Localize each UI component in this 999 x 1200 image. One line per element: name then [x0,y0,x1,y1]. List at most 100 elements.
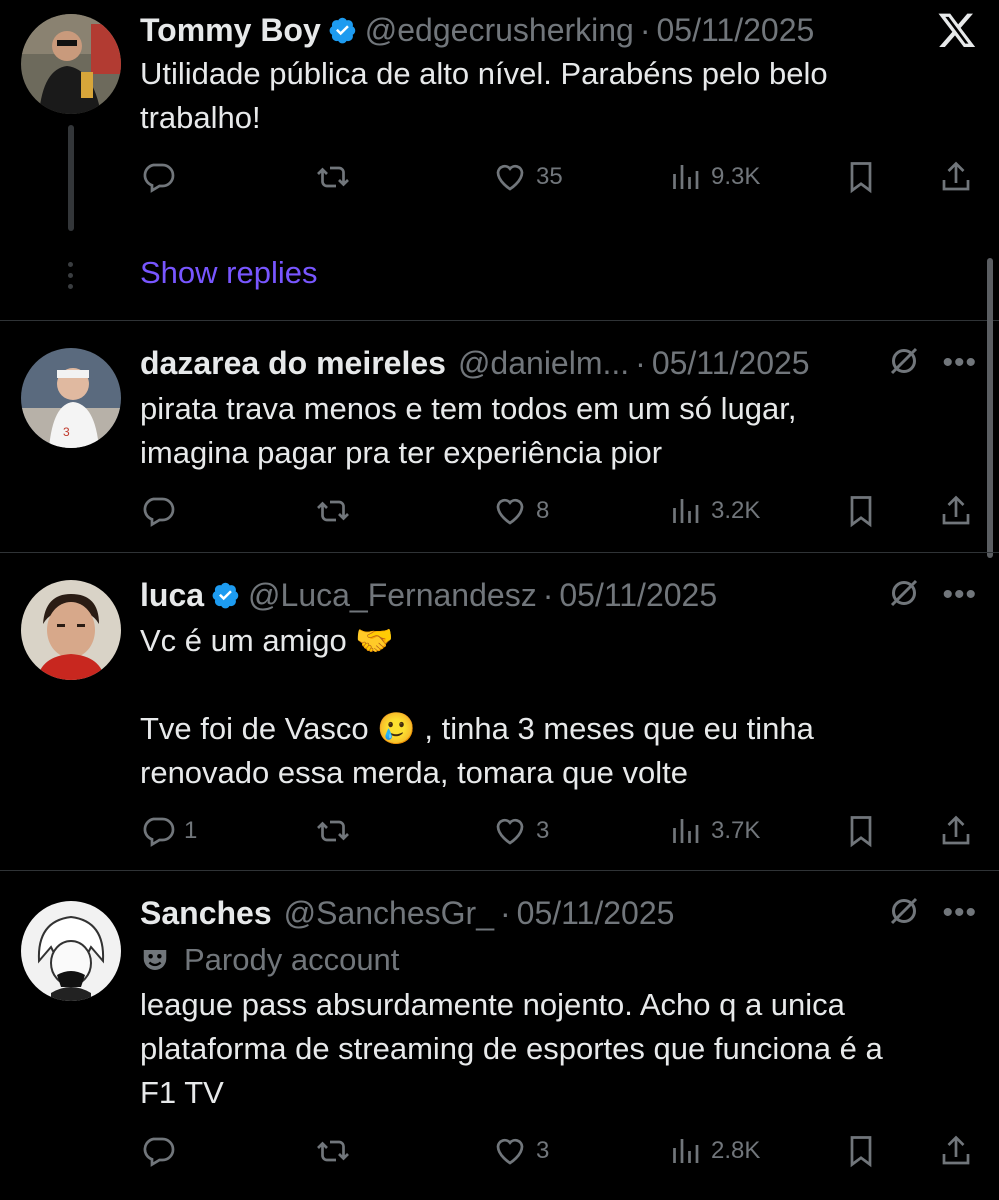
display-name[interactable]: Tommy Boy [140,12,321,49]
retweet-button[interactable] [315,1131,351,1171]
bookmark-button[interactable] [843,1131,879,1171]
reply-button[interactable] [140,1131,184,1171]
retweet-icon [317,166,349,188]
more-dots-icon[interactable]: ••• [942,898,977,928]
reply-button[interactable] [140,157,184,197]
parody-text: Parody account [184,942,400,977]
more-dots-icon[interactable]: ••• [942,580,977,610]
avatar[interactable] [21,580,121,680]
action-bar: 1 3 3.7K [140,811,980,851]
bookmark-icon [850,816,872,848]
reply-icon [143,497,175,527]
like-button[interactable]: 35 [492,157,563,197]
view-count: 3.2K [711,497,761,524]
like-button[interactable]: 3 [492,811,549,851]
timestamp[interactable]: 05/11/2025 [652,345,810,382]
share-button[interactable] [938,491,974,531]
reply-button[interactable]: 1 [140,811,197,851]
heart-icon [496,498,524,525]
share-icon [942,1135,970,1165]
like-button[interactable]: 8 [492,491,549,531]
show-replies-link[interactable]: Show replies [140,255,317,291]
more-dots-icon[interactable]: ••• [942,348,977,378]
tweet-4[interactable]: Sanches @SanchesGr_ · 05/11/2025 ••• Par… [0,871,999,1200]
reply-count: 1 [184,817,198,844]
share-button[interactable] [938,811,974,851]
heart-icon [496,1138,524,1165]
display-name[interactable]: luca [140,577,204,614]
avatar[interactable] [21,14,121,114]
avatar[interactable]: 3 [21,348,121,448]
share-button[interactable] [938,157,974,197]
verified-badge-icon[interactable] [329,16,357,44]
bookmark-icon [850,162,872,194]
timestamp[interactable]: 05/11/2025 [559,577,717,614]
bookmark-button[interactable] [843,491,879,531]
like-count: 3 [536,817,550,844]
views-chart-icon [673,165,699,189]
display-name[interactable]: Sanches [140,895,272,932]
handle[interactable]: @Luca_Fernandesz [248,577,537,614]
like-count: 8 [536,497,550,524]
separator-dot: · [499,894,511,931]
timestamp[interactable]: 05/11/2025 [517,895,675,932]
handle[interactable]: @danielm... [458,345,629,382]
share-icon [942,815,970,845]
view-count: 2.8K [711,1137,761,1164]
views-button[interactable]: 9.3K [667,157,760,197]
action-bar: 3 2.8K [140,1131,980,1171]
timestamp[interactable]: 05/11/2025 [657,12,815,49]
heart-icon [496,164,524,191]
reply-icon [143,817,175,847]
bookmark-button[interactable] [843,811,879,851]
views-chart-icon [673,1139,699,1163]
retweet-button[interactable] [315,811,351,851]
retweet-icon [317,1140,349,1162]
thread-dots [67,262,75,295]
retweet-icon [317,500,349,522]
tweet-text: pirata trava menos e tem todos em um só … [140,391,797,470]
separator-dot: · [635,344,646,381]
tweet-text: league pass absurdamente nojento. Acho q… [140,987,883,1110]
svg-text:3: 3 [63,425,70,439]
retweet-button[interactable] [315,491,351,531]
grok-slash-icon[interactable] [886,575,922,616]
tweet-2[interactable]: 3 dazarea do meireles @danielm... · 05/1… [0,321,999,551]
grok-slash-icon[interactable] [886,343,922,384]
display-name[interactable]: dazarea do meireles [140,345,446,382]
views-chart-icon [673,499,699,523]
share-button[interactable] [938,1131,974,1171]
retweet-icon [317,820,349,842]
share-icon [942,161,970,191]
tweet-3[interactable]: luca @Luca_Fernandesz · 05/11/2025 ••• V… [0,553,999,869]
views-button[interactable]: 3.7K [667,811,760,851]
reply-button[interactable] [140,491,184,531]
views-button[interactable]: 3.2K [667,491,760,531]
theater-mask-icon [143,950,167,970]
bookmark-icon [850,1136,872,1168]
grok-slash-icon[interactable] [886,893,922,934]
action-bar: 8 3.2K [140,491,980,531]
bookmark-button[interactable] [843,157,879,197]
handle[interactable]: @SanchesGr_ [284,895,494,932]
parody-account-label: Parody account [140,940,399,980]
tweet-text: Utilidade pública de alto nível. Parabén… [140,56,828,135]
view-count: 9.3K [711,163,761,190]
action-bar: 35 9.3K [140,157,980,197]
like-button[interactable]: 3 [492,1131,549,1171]
views-button[interactable]: 2.8K [667,1131,760,1171]
tweet-1[interactable]: Tommy Boy @edgecrusherking · 05/11/2025 … [0,0,999,320]
separator-dot: · [542,576,554,613]
share-icon [942,495,970,525]
reply-icon [143,1137,175,1167]
bookmark-icon [850,496,872,528]
tweet-text: Vc é um amigo 🤝 Tve foi de Vasco 🥲 , tin… [140,623,814,790]
avatar[interactable] [21,901,121,1001]
views-chart-icon [673,819,699,843]
handle[interactable]: @edgecrusherking [365,12,634,49]
separator-dot: · [639,11,651,48]
verified-badge-icon[interactable] [212,581,240,609]
retweet-button[interactable] [315,157,351,197]
like-count: 35 [536,163,563,190]
thread-line [68,125,74,231]
